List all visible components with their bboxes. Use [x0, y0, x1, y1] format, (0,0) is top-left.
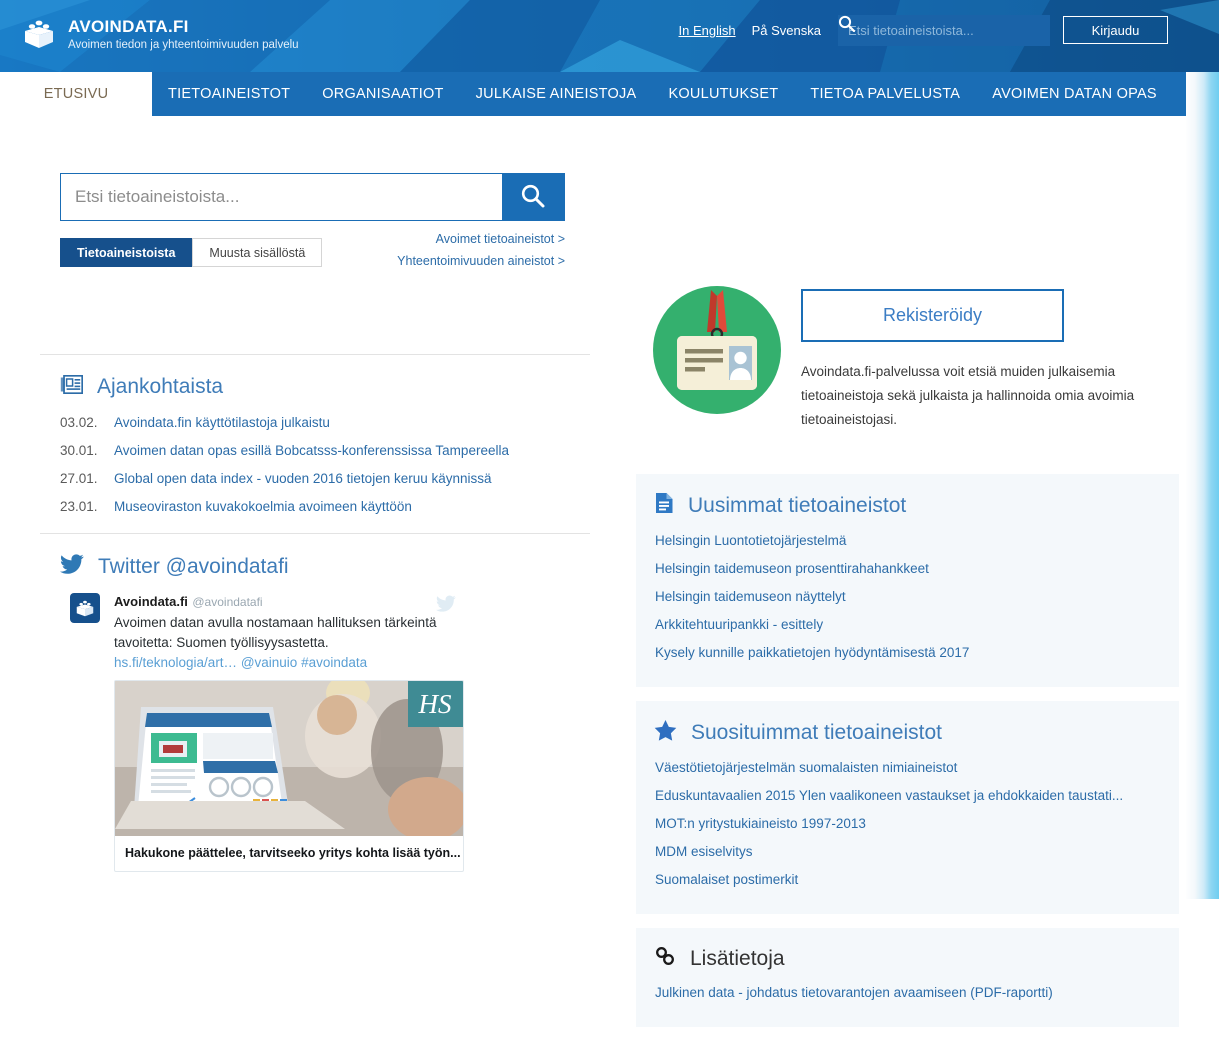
news-item-link[interactable]: Avoimen datan opas esillä Bobcatsss-konf…	[114, 437, 509, 465]
tweet-mention-link[interactable]: @vainuio	[241, 655, 298, 670]
link-chain-icon	[654, 946, 676, 971]
site-header: AVOINDATA.FI Avoimen tiedon ja yhteentoi…	[0, 0, 1219, 72]
id-card-badge-illustration	[653, 286, 781, 414]
news-item-link[interactable]: Museoviraston kuvakokoelmia avoimeen käy…	[114, 493, 412, 521]
language-links: In English På Svenska	[679, 23, 821, 38]
open-data-box-icon	[22, 18, 56, 52]
twitter-bird-icon	[59, 554, 84, 579]
link-open-datasets[interactable]: Avoimet tietoaineistot >	[60, 228, 565, 250]
header-search-input[interactable]	[838, 23, 1034, 38]
hero-search[interactable]	[60, 173, 565, 221]
main-content: Tietoaineistoista Muusta sisällöstä Avoi…	[0, 116, 1186, 1027]
newspaper-icon	[60, 374, 84, 399]
tweet-link-card[interactable]: HS Hakukone päättelee, tarvitseeko yrity…	[114, 680, 464, 872]
lang-link-english[interactable]: In English	[679, 23, 736, 38]
nav-item-avoimen-datan-opas[interactable]: AVOIMEN DATAN OPAS	[976, 72, 1173, 116]
latest-dataset-link[interactable]: Helsingin Luontotietojärjestelmä	[636, 527, 1179, 555]
twitter-panel-header: Twitter @avoindatafi	[40, 554, 590, 579]
link-interoperability-datasets[interactable]: Yhteentoimivuuden aineistot >	[60, 250, 565, 272]
more-info-panel: Lisätietoja Julkinen data - johdatus tie…	[636, 928, 1179, 1027]
popular-dataset-link[interactable]: MDM esiselvitys	[636, 838, 1179, 866]
site-logo[interactable]: AVOINDATA.FI Avoimen tiedon ja yhteentoi…	[22, 17, 299, 53]
popular-dataset-link[interactable]: Väestötietojärjestelmän suomalaisten nim…	[636, 754, 1179, 782]
brand-tagline: Avoimen tiedon ja yhteentoimivuuden palv…	[68, 39, 299, 51]
nav-item-etusivu[interactable]: ETUSIVU	[0, 72, 152, 116]
register-button[interactable]: Rekisteröidy	[801, 289, 1064, 342]
news-item-link[interactable]: Avoindata.fin käyttötilastoja julkaistu	[114, 409, 330, 437]
tweet-links: hs.fi/teknologia/art… @vainuio #avoindat…	[114, 655, 460, 670]
main-navigation: ETUSIVU TIETOAINEISTOT ORGANISAATIOT JUL…	[0, 72, 1186, 116]
popular-datasets-panel: Suosituimmat tietoaineistot Väestötietoj…	[636, 701, 1179, 914]
register-description: Avoindata.fi-palvelussa voit etsiä muide…	[801, 364, 1135, 427]
more-info-title: Lisätietoja	[690, 946, 785, 970]
news-item-date: 27.01.	[60, 471, 98, 486]
document-icon	[654, 492, 674, 519]
svg-text:HS: HS	[418, 689, 452, 719]
news-item-date: 03.02.	[60, 415, 98, 430]
twitter-panel: Twitter @avoindatafi Avoindata.fi @avoin…	[40, 533, 590, 884]
news-item-date: 23.01.	[60, 499, 98, 514]
nav-item-koulutukset[interactable]: KOULUTUKSET	[652, 72, 794, 116]
news-panel-header: Ajankohtaista	[40, 374, 590, 399]
star-icon	[654, 719, 677, 746]
tweet-author[interactable]: Avoindata.fi	[114, 594, 188, 609]
lang-link-swedish[interactable]: På Svenska	[752, 23, 821, 38]
latest-datasets-title: Uusimmat tietoaineistot	[688, 493, 907, 517]
login-button[interactable]: Kirjaudu	[1063, 16, 1168, 44]
nav-item-tietoa-palvelusta[interactable]: TIETOA PALVELUSTA	[794, 72, 976, 116]
left-column: Ajankohtaista 03.02. Avoindata.fin käytt…	[40, 354, 590, 884]
tweet-card-caption: Hakukone päättelee, tarvitseeko yritys k…	[125, 846, 461, 860]
tweet-text: Avoimen datan avulla nostamaan hallituks…	[114, 615, 437, 650]
header-search[interactable]	[838, 15, 1050, 46]
popular-dataset-link[interactable]: MOT:n yritystukiaineisto 1997-2013	[636, 810, 1179, 838]
news-item: 03.02. Avoindata.fin käyttötilastoja jul…	[40, 409, 590, 437]
latest-datasets-header: Uusimmat tietoaineistot	[636, 492, 1179, 519]
right-column: Uusimmat tietoaineistot Helsingin Luonto…	[636, 474, 1179, 1041]
latest-dataset-link[interactable]: Helsingin taidemuseon näyttelyt	[636, 583, 1179, 611]
search-icon	[520, 183, 546, 212]
news-item: 23.01. Museoviraston kuvakokoelmia avoim…	[40, 493, 590, 521]
tweet-author-line: Avoindata.fi @avoindatafi	[114, 593, 460, 611]
latest-datasets-panel: Uusimmat tietoaineistot Helsingin Luonto…	[636, 474, 1179, 687]
latest-dataset-link[interactable]: Helsingin taidemuseon prosenttirahahankk…	[636, 555, 1179, 583]
popular-dataset-link[interactable]: Suomalaiset postimerkit	[636, 866, 1179, 894]
tweet-handle[interactable]: @avoindatafi	[192, 595, 262, 609]
hero-quick-links: Avoimet tietoaineistot > Yhteentoimivuud…	[60, 228, 565, 272]
nav-item-tietoaineistot[interactable]: TIETOAINEISTOT	[152, 72, 306, 116]
nav-item-organisaatiot[interactable]: ORGANISAATIOT	[306, 72, 459, 116]
popular-datasets-header: Suosituimmat tietoaineistot	[636, 719, 1179, 746]
avoindata-box-avatar[interactable]	[70, 593, 100, 623]
news-item: 30.01. Avoimen datan opas esillä Bobcats…	[40, 437, 590, 465]
latest-dataset-link[interactable]: Arkkitehtuuripankki - esittely	[636, 611, 1179, 639]
brand-title: AVOINDATA.FI	[68, 17, 189, 36]
more-info-header: Lisätietoja	[636, 946, 1179, 971]
tweet-article-link[interactable]: hs.fi/teknologia/art…	[114, 655, 237, 670]
news-panel: Ajankohtaista 03.02. Avoindata.fin käytt…	[40, 354, 590, 533]
news-item-date: 30.01.	[60, 443, 98, 458]
tweet: Avoindata.fi @avoindatafi Avoimen datan …	[70, 593, 464, 872]
news-panel-title: Ajankohtaista	[97, 375, 224, 398]
news-item-link[interactable]: Global open data index - vuoden 2016 tie…	[114, 465, 492, 493]
popular-dataset-link[interactable]: Eduskuntavaalien 2015 Ylen vaalikoneen v…	[636, 782, 1179, 810]
tweet-card-image: HS	[115, 681, 463, 836]
hero-search-button[interactable]	[502, 174, 564, 220]
news-item: 27.01. Global open data index - vuoden 2…	[40, 465, 590, 493]
more-info-link[interactable]: Julkinen data - johdatus tietovarantojen…	[636, 979, 1179, 1007]
popular-datasets-title: Suosituimmat tietoaineistot	[691, 720, 942, 744]
twitter-bird-icon	[435, 595, 456, 617]
nav-item-julkaise-aineistoja[interactable]: JULKAISE AINEISTOJA	[460, 72, 653, 116]
tweet-body: Avoindata.fi @avoindatafi Avoimen datan …	[114, 593, 464, 872]
twitter-panel-title: Twitter @avoindatafi	[98, 554, 289, 578]
hero-search-input[interactable]	[61, 174, 502, 220]
latest-dataset-link[interactable]: Kysely kunnille paikkatietojen hyödyntäm…	[636, 639, 1179, 667]
tweet-hashtag-link[interactable]: #avoindata	[301, 655, 367, 670]
